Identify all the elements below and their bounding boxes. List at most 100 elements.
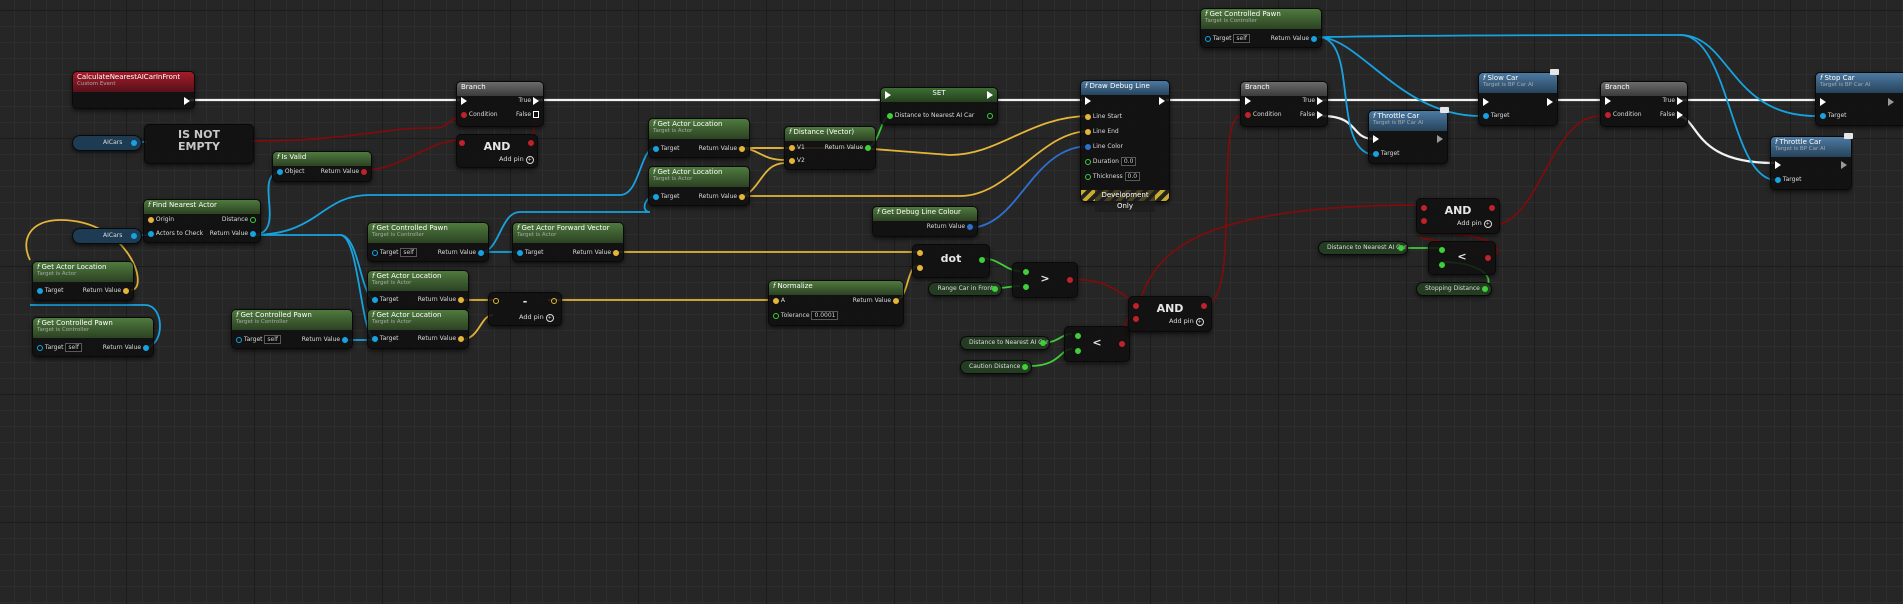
add-pin-button[interactable]: Add pin + bbox=[499, 155, 534, 164]
aicars-variable[interactable]: AICars bbox=[72, 135, 142, 151]
line-end-pin[interactable]: Line End bbox=[1085, 127, 1119, 137]
get-actor-forward-vector-node[interactable]: f Get Actor Forward Vector Target is Actor… bbox=[512, 222, 624, 262]
dot-in-pin[interactable] bbox=[917, 248, 923, 258]
exec-out-pin[interactable] bbox=[184, 96, 190, 106]
true-pin[interactable]: True bbox=[1302, 96, 1323, 106]
target-pin[interactable]: Target self bbox=[236, 335, 282, 345]
exec-in-pin[interactable] bbox=[1605, 96, 1611, 106]
distance-pin[interactable]: Distance bbox=[222, 215, 256, 225]
target-pin[interactable]: Target self bbox=[1205, 34, 1251, 44]
stopping-distance-variable[interactable]: Stopping Distance bbox=[1416, 282, 1492, 296]
add-pin-button[interactable]: Add pin + bbox=[519, 313, 554, 322]
custom-event-node[interactable]: CalculateNearestAICarInFront Custom Even… bbox=[72, 71, 195, 109]
condition-pin[interactable]: Condition bbox=[1245, 110, 1282, 120]
condition-pin[interactable]: Condition bbox=[461, 110, 498, 120]
object-pin[interactable]: Object bbox=[277, 167, 304, 177]
and-in-pin[interactable] bbox=[1133, 301, 1139, 311]
target-pin[interactable]: Target bbox=[1483, 111, 1509, 121]
less-in-pin[interactable] bbox=[1439, 245, 1445, 255]
target-pin[interactable]: Target bbox=[517, 248, 543, 258]
exec-out-pin[interactable] bbox=[1159, 96, 1165, 106]
distance-nearest-variable[interactable]: Distance to Nearest AI Car bbox=[1318, 241, 1408, 255]
and-in-pin[interactable] bbox=[459, 138, 465, 148]
get-controlled-pawn-node[interactable]: f Get Controlled Pawn Target is Controller… bbox=[231, 309, 353, 349]
target-pin[interactable]: Target bbox=[37, 286, 63, 296]
target-pin[interactable]: Target bbox=[372, 295, 398, 305]
return-pin[interactable]: Return Value bbox=[927, 222, 973, 232]
and-node[interactable]: AND Add pin + bbox=[1128, 296, 1212, 332]
exec-out-pin[interactable] bbox=[1841, 160, 1847, 170]
get-controlled-pawn-node[interactable]: f Get Controlled Pawn Target is Controller… bbox=[367, 222, 489, 262]
thickness-pin[interactable]: Thickness 0.0 bbox=[1085, 172, 1141, 182]
caution-out-pin[interactable] bbox=[1022, 362, 1028, 372]
stopping-out-pin[interactable] bbox=[1482, 284, 1488, 294]
exec-in-pin[interactable] bbox=[1373, 134, 1379, 144]
get-actor-location-node[interactable]: f Get Actor Location Target is Actor Targe… bbox=[367, 309, 469, 349]
and-node[interactable]: AND Add pin + bbox=[456, 134, 538, 168]
return-pin[interactable]: Return Value bbox=[853, 296, 899, 306]
aicars-out-pin[interactable] bbox=[131, 138, 137, 148]
exec-in-pin[interactable] bbox=[1820, 97, 1826, 107]
set-variable-node[interactable]: SET Distance to Nearest AI Car bbox=[880, 87, 998, 125]
duration-pin[interactable]: Duration 0.0 bbox=[1085, 157, 1137, 167]
less-in-pin[interactable] bbox=[1439, 260, 1445, 270]
thickness-value[interactable]: 0.0 bbox=[1124, 172, 1141, 181]
less-than-node[interactable]: < bbox=[1064, 326, 1130, 362]
and-out-pin[interactable] bbox=[1489, 203, 1495, 213]
distance-set-pin[interactable]: Distance to Nearest AI Car bbox=[887, 111, 974, 121]
range-out-pin[interactable] bbox=[992, 284, 998, 294]
false-pin[interactable]: False bbox=[516, 110, 539, 120]
line-color-pin[interactable]: Line Color bbox=[1085, 142, 1123, 152]
return-pin[interactable]: Return Value bbox=[418, 334, 464, 344]
aicars-variable[interactable]: AICars bbox=[72, 228, 142, 244]
and-in-pin[interactable] bbox=[1421, 216, 1427, 226]
false-pin[interactable]: False bbox=[1300, 110, 1323, 120]
return-pin[interactable]: Return Value bbox=[699, 144, 745, 154]
subtract-in-pin[interactable] bbox=[493, 296, 499, 306]
return-pin[interactable]: Return Value bbox=[825, 143, 871, 153]
exec-out-pin[interactable] bbox=[1888, 97, 1894, 107]
greater-than-node[interactable]: > bbox=[1012, 262, 1078, 298]
subtract-out-pin[interactable] bbox=[551, 296, 557, 306]
exec-out-pin[interactable] bbox=[1547, 97, 1553, 107]
exec-in-pin[interactable] bbox=[885, 90, 891, 100]
is-not-empty-node[interactable]: IS NOT EMPTY bbox=[144, 124, 254, 164]
target-pin[interactable]: Target bbox=[1775, 175, 1801, 185]
and-node[interactable]: AND Add pin + bbox=[1416, 198, 1500, 234]
caution-distance-variable[interactable]: Caution Distance bbox=[960, 360, 1032, 374]
get-actor-location-node[interactable]: f Get Actor Location Target is Actor Targe… bbox=[648, 118, 750, 158]
less-than-node[interactable]: < bbox=[1428, 241, 1496, 275]
false-pin[interactable]: False bbox=[1660, 110, 1683, 120]
target-pin[interactable]: Target bbox=[653, 192, 679, 202]
distance-nearest-variable[interactable]: Distance to Nearest AI Car bbox=[960, 336, 1050, 350]
exec-out-pin[interactable] bbox=[987, 90, 993, 100]
less-in-pin[interactable] bbox=[1075, 331, 1081, 341]
aicars-out-pin[interactable] bbox=[131, 231, 137, 241]
actors-pin[interactable]: Actors to Check bbox=[148, 229, 203, 239]
get-debug-line-colour-node[interactable]: f Get Debug Line Colour Return Value bbox=[872, 206, 978, 237]
exec-in-pin[interactable] bbox=[1245, 96, 1251, 106]
target-pin[interactable]: Target bbox=[653, 144, 679, 154]
throttle-car-node[interactable]: f Throttle Car Target is BP Car AI Target bbox=[1368, 107, 1449, 164]
exec-in-pin[interactable] bbox=[1775, 160, 1781, 170]
draw-debug-line-node[interactable]: f Draw Debug Line Line Start Line End Lin… bbox=[1080, 80, 1170, 212]
duration-value[interactable]: 0.0 bbox=[1120, 157, 1137, 166]
distance-out-pin[interactable] bbox=[1040, 338, 1046, 348]
distance-vector-node[interactable]: f Distance (Vector) V1 Return Value V2 bbox=[784, 126, 876, 170]
subtract-node[interactable]: - Add pin + bbox=[488, 292, 562, 326]
less-out-pin[interactable] bbox=[1485, 253, 1491, 263]
origin-pin[interactable]: Origin bbox=[148, 215, 174, 225]
branch-node[interactable]: Branch True Condition False bbox=[1240, 81, 1328, 127]
find-nearest-actor-node[interactable]: f Find Nearest Actor Origin Distance Acto… bbox=[143, 199, 261, 243]
exec-out-pin[interactable] bbox=[1437, 134, 1443, 144]
get-actor-location-node[interactable]: f Get Actor Location Target is Actor Targe… bbox=[367, 270, 469, 310]
branch-node[interactable]: Branch True Condition False bbox=[456, 81, 544, 127]
target-pin[interactable]: Target self bbox=[37, 343, 83, 353]
return-pin[interactable]: Return Value bbox=[210, 229, 256, 239]
target-pin[interactable]: Target self bbox=[372, 248, 418, 258]
add-pin-button[interactable]: Add pin + bbox=[1169, 317, 1204, 326]
tolerance-pin[interactable]: Tolerance 0.0001 bbox=[773, 311, 839, 321]
dot-out-pin[interactable] bbox=[979, 255, 985, 265]
true-pin[interactable]: True bbox=[518, 96, 539, 106]
v2-pin[interactable]: V2 bbox=[789, 156, 805, 166]
